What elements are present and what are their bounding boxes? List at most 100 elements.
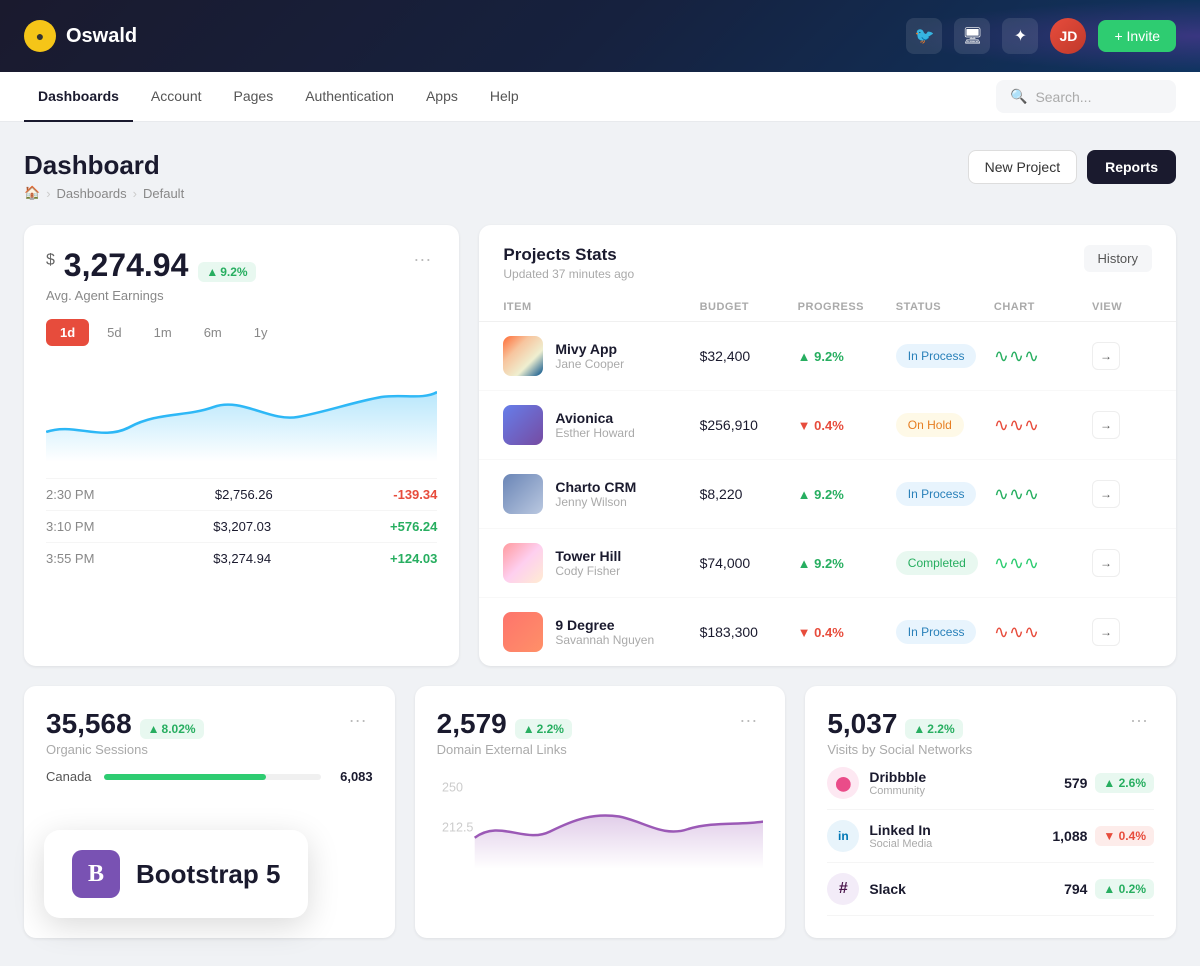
monitor-icon-btn[interactable]: 🖥 (954, 18, 990, 54)
breadcrumb-home-icon: 🏠 (24, 185, 40, 201)
page-title: Dashboard (24, 150, 184, 181)
project-row: Avionica Esther Howard $256,910 ▼ 0.4% O… (479, 391, 1176, 460)
view-button[interactable]: → (1092, 480, 1120, 508)
domain-chart: 250 212.5 (437, 769, 764, 869)
projects-subtitle: Updated 37 minutes ago (503, 267, 634, 281)
status-badge: In Process (896, 482, 977, 506)
project-thumb (503, 474, 543, 514)
view-button[interactable]: → (1092, 549, 1120, 577)
search-icon: 🔍 (1010, 88, 1027, 105)
nav-item-dashboards[interactable]: Dashboards (24, 72, 133, 122)
search-bar[interactable]: 🔍 Search... (996, 80, 1176, 113)
social-networks-card: 5,037 ▲ 2.2% Visits by Social Networks ·… (805, 686, 1176, 938)
mini-chart: ∿∿∿ (994, 622, 1092, 643)
bootstrap-overlay: B Bootstrap 5 (44, 830, 308, 918)
search-placeholder: Search... (1035, 89, 1091, 105)
dashboard-grid: $ 3,274.94 ▲ 9.2% Avg. Agent Earnings ··… (24, 225, 1176, 666)
view-button[interactable]: → (1092, 618, 1120, 646)
page-header-left: Dashboard 🏠 › Dashboards › Default (24, 150, 184, 201)
linkedin-icon: in (827, 820, 859, 852)
domain-value: 2,579 (437, 708, 507, 740)
nav-item-pages[interactable]: Pages (220, 72, 288, 122)
view-button[interactable]: → (1092, 411, 1120, 439)
social-row-dribbble: ⬤ Dribbble Community 579 ▲ 2.6% (827, 757, 1154, 810)
secondary-nav: Dashboards Account Pages Authentication … (0, 72, 1200, 122)
mini-chart: ∿∿∿ (994, 553, 1092, 574)
earnings-chart (46, 362, 437, 462)
avatar[interactable]: JD (1050, 18, 1086, 54)
earnings-badge: ▲ 9.2% (198, 262, 255, 282)
breadcrumb-default: Default (143, 186, 184, 201)
status-badge: In Process (896, 344, 977, 368)
invite-button[interactable]: + Invite (1098, 20, 1176, 52)
earnings-label: Avg. Agent Earnings (46, 288, 256, 303)
status-badge: On Hold (896, 413, 964, 437)
logo-icon: ● (24, 20, 56, 52)
breadcrumb-dashboards: Dashboards (57, 186, 127, 201)
history-button[interactable]: History (1084, 245, 1152, 272)
domain-more-btn[interactable]: ··· (733, 708, 763, 733)
country-row: Canada 6,083 (46, 769, 373, 784)
bootstrap-icon: B (72, 850, 120, 898)
topbar: ● Oswald 🐦 🖥 ✦ JD + Invite (0, 0, 1200, 72)
sessions-value: 35,568 (46, 708, 132, 740)
time-tab-1d[interactable]: 1d (46, 319, 89, 346)
time-tab-1y[interactable]: 1y (240, 319, 282, 346)
dribbble-icon: ⬤ (827, 767, 859, 799)
social-badge: ▲ 2.2% (905, 719, 962, 739)
project-thumb (503, 543, 543, 583)
mini-chart: ∿∿∿ (994, 346, 1092, 367)
data-row: 2:30 PM $2,756.26 -139.34 (46, 478, 437, 510)
reports-button[interactable]: Reports (1087, 150, 1176, 184)
sessions-label: Organic Sessions (46, 742, 204, 757)
bootstrap-text: Bootstrap 5 (136, 859, 280, 890)
nav-item-help[interactable]: Help (476, 72, 533, 122)
social-row-linkedin: in Linked In Social Media 1,088 ▼ 0.4% (827, 810, 1154, 863)
new-project-button[interactable]: New Project (968, 150, 1077, 184)
sessions-badge: ▲ 8.02% (140, 719, 204, 739)
main-content: Dashboard 🏠 › Dashboards › Default New P… (0, 122, 1200, 966)
topbar-actions: 🐦 🖥 ✦ JD + Invite (906, 18, 1176, 54)
share-icon-btn[interactable]: ✦ (1002, 18, 1038, 54)
bottom-section: 35,568 ▲ 8.02% Organic Sessions ··· Cana… (24, 686, 1176, 938)
currency-symbol: $ (46, 251, 55, 268)
mini-chart: ∿∿∿ (994, 415, 1092, 436)
time-tabs: 1d 5d 1m 6m 1y (46, 319, 437, 346)
project-thumb (503, 405, 543, 445)
data-row: 3:55 PM $3,274.94 +124.03 (46, 542, 437, 574)
data-row: 3:10 PM $3,207.03 +576.24 (46, 510, 437, 542)
status-badge: In Process (896, 620, 977, 644)
table-header: ITEM BUDGET PROGRESS STATUS CHART VIEW (479, 293, 1176, 322)
nav-item-apps[interactable]: Apps (412, 72, 472, 122)
project-thumb (503, 612, 543, 652)
mini-chart: ∿∿∿ (994, 484, 1092, 505)
status-badge: Completed (896, 551, 978, 575)
domain-links-card: 2,579 ▲ 2.2% Domain External Links ··· (415, 686, 786, 938)
social-value: 5,037 (827, 708, 897, 740)
earnings-value: $ 3,274.94 (46, 247, 188, 284)
page-header: Dashboard 🏠 › Dashboards › Default New P… (24, 150, 1176, 201)
data-rows: 2:30 PM $2,756.26 -139.34 3:10 PM $3,207… (46, 478, 437, 574)
time-tab-5d[interactable]: 5d (93, 319, 135, 346)
time-tab-6m[interactable]: 6m (190, 319, 236, 346)
notification-icon-btn[interactable]: 🐦 (906, 18, 942, 54)
social-more-btn[interactable]: ··· (1124, 708, 1154, 733)
time-tab-1m[interactable]: 1m (140, 319, 186, 346)
domain-label: Domain External Links (437, 742, 572, 757)
app-title: Oswald (66, 25, 137, 48)
project-row: Charto CRM Jenny Wilson $8,220 ▲ 9.2% In… (479, 460, 1176, 529)
social-label: Visits by Social Networks (827, 742, 972, 757)
logo-area: ● Oswald (24, 20, 906, 52)
projects-stats-card: Projects Stats Updated 37 minutes ago Hi… (479, 225, 1176, 666)
header-actions: New Project Reports (968, 150, 1176, 184)
nav-item-account[interactable]: Account (137, 72, 216, 122)
sessions-more-btn[interactable]: ··· (343, 708, 373, 733)
projects-title: Projects Stats (503, 245, 634, 265)
project-row: Tower Hill Cody Fisher $74,000 ▲ 9.2% Co… (479, 529, 1176, 598)
social-row-slack: # Slack 794 ▲ 0.2% (827, 863, 1154, 916)
earnings-more-btn[interactable]: ··· (407, 247, 437, 272)
project-row: 9 Degree Savannah Nguyen $183,300 ▼ 0.4%… (479, 598, 1176, 666)
view-button[interactable]: → (1092, 342, 1120, 370)
project-thumb (503, 336, 543, 376)
nav-item-authentication[interactable]: Authentication (291, 72, 408, 122)
